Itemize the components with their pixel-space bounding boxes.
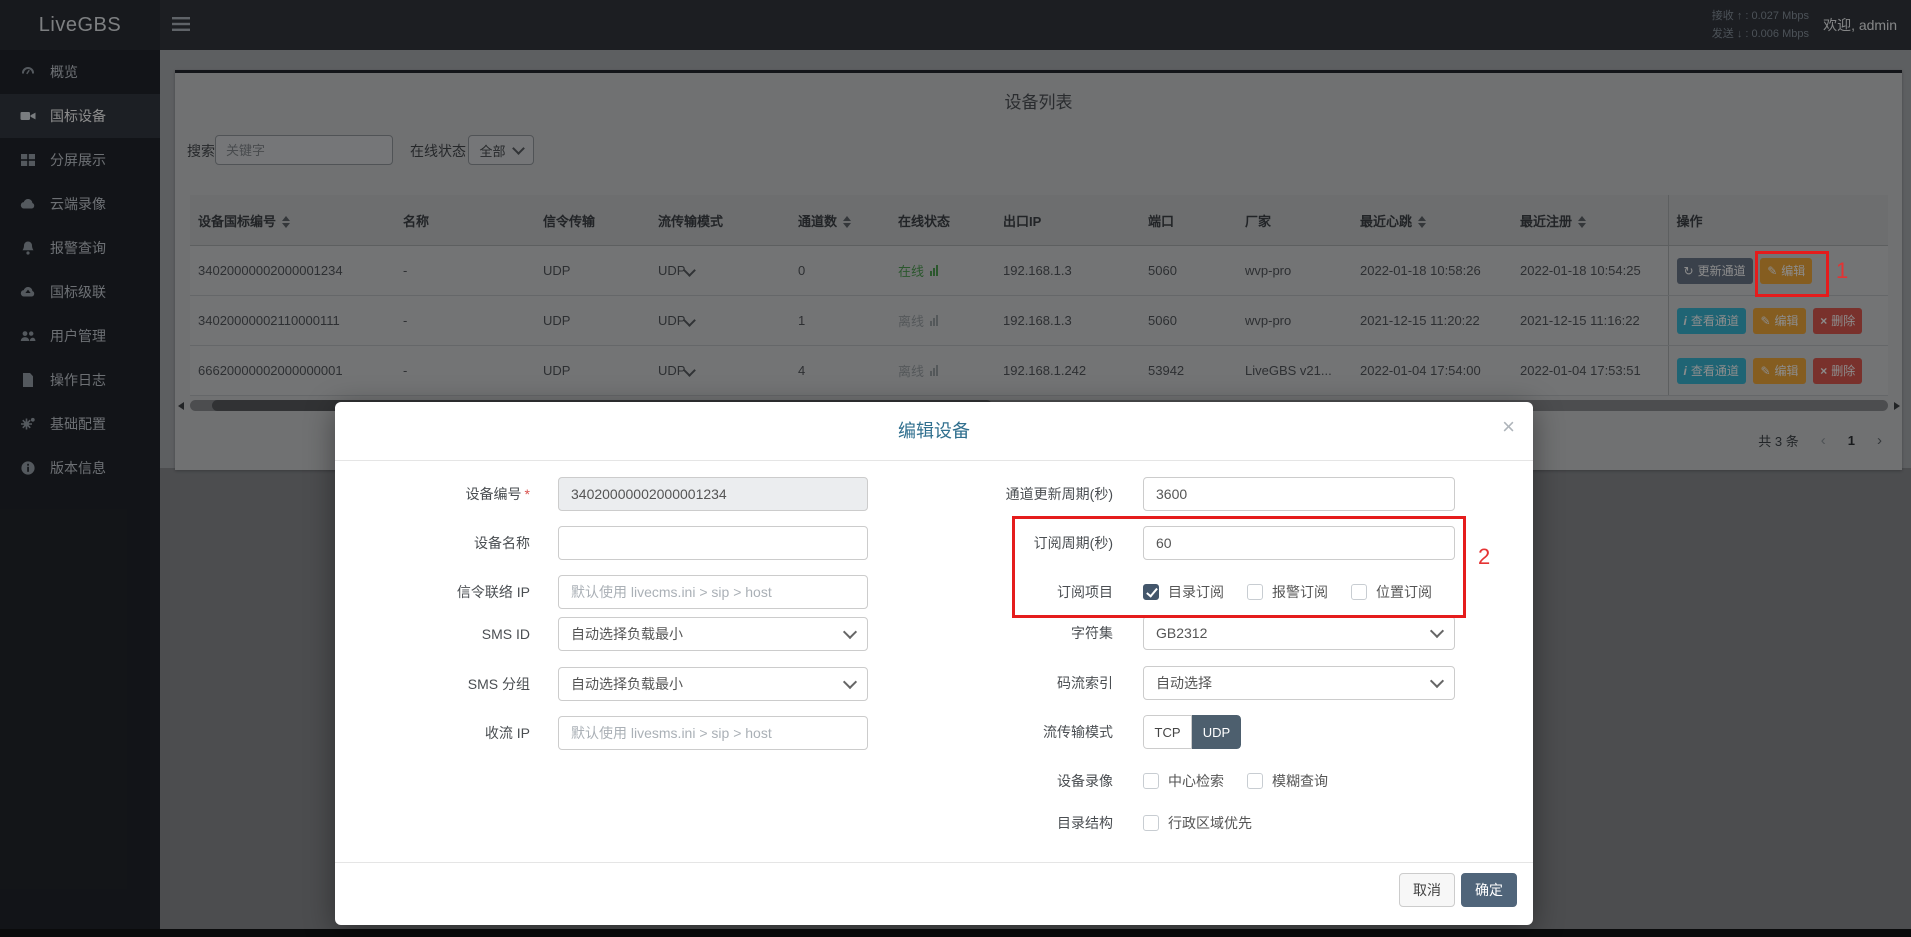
annotation-box-1 — [1755, 251, 1829, 297]
charset-select[interactable]: GB2312 — [1143, 616, 1455, 650]
stream-mode-label: 流传输模式 — [815, 722, 1113, 742]
checkbox-icon[interactable] — [1247, 773, 1263, 789]
chevron-down-icon — [1430, 624, 1444, 638]
form-row-recv-ip: 收流 IP — [335, 716, 868, 750]
annotation-number-2: 2 — [1478, 544, 1490, 570]
channel-refresh-label: 通道更新周期(秒) — [815, 484, 1113, 504]
close-icon[interactable]: × — [1502, 416, 1515, 438]
modal-footer: 取消 确定 — [335, 862, 1533, 926]
page-bottom-strip — [0, 929, 1911, 937]
confirm-button[interactable]: 确定 — [1461, 873, 1517, 907]
tcp-option[interactable]: TCP — [1143, 715, 1192, 749]
form-row-sms-id: SMS ID 自动选择负载最小 — [335, 617, 868, 651]
udp-option[interactable]: UDP — [1192, 715, 1241, 749]
form-row-device-id: 设备编号* — [335, 477, 868, 511]
device-name-label: 设备名称 — [335, 533, 530, 553]
checkbox-center-search[interactable]: 中心检索 — [1143, 771, 1224, 791]
form-row-sip-host: 信令联络 IP — [335, 575, 868, 609]
channel-refresh-input[interactable] — [1143, 477, 1455, 511]
form-row-stream-index: 码流索引 自动选择 — [815, 666, 1455, 700]
stream-mode-toggle: TCP UDP — [1143, 715, 1241, 749]
checkbox-icon[interactable] — [1143, 773, 1159, 789]
sms-id-label: SMS ID — [335, 626, 530, 642]
form-row-stream-mode: 流传输模式 TCP UDP — [815, 715, 1241, 749]
chevron-down-icon — [1430, 674, 1444, 688]
device-record-label: 设备录像 — [815, 771, 1113, 791]
stream-index-label: 码流索引 — [815, 673, 1113, 693]
cancel-button[interactable]: 取消 — [1399, 873, 1455, 907]
charset-label: 字符集 — [815, 623, 1113, 643]
checkbox-admin-region-first[interactable]: 行政区域优先 — [1143, 813, 1252, 833]
stream-index-select[interactable]: 自动选择 — [1143, 666, 1455, 700]
checkbox-icon[interactable] — [1143, 815, 1159, 831]
sip-host-label: 信令联络 IP — [335, 582, 530, 602]
form-row-device-record: 设备录像 中心检索 模糊查询 — [815, 764, 1351, 798]
form-row-sms-group: SMS 分组 自动选择负载最小 — [335, 667, 868, 701]
dir-structure-label: 目录结构 — [815, 813, 1113, 833]
device-id-label: 设备编号 — [466, 486, 522, 502]
form-row-channel-refresh: 通道更新周期(秒) — [815, 477, 1455, 511]
annotation-number-1: 1 — [1836, 258, 1848, 284]
edit-device-modal: 编辑设备 × 设备编号* 设备名称 信令联络 IP SMS ID 自动选择负载最… — [335, 402, 1533, 925]
annotation-box-2 — [1012, 516, 1466, 618]
checkbox-fuzzy-query[interactable]: 模糊查询 — [1247, 771, 1328, 791]
sms-group-label: SMS 分组 — [335, 674, 530, 694]
form-row-device-name: 设备名称 — [335, 526, 868, 560]
recv-ip-label: 收流 IP — [335, 723, 530, 743]
form-row-dir-structure: 目录结构 行政区域优先 — [815, 806, 1275, 840]
modal-title: 编辑设备 — [335, 402, 1533, 460]
modal-header: 编辑设备 × — [335, 402, 1533, 461]
required-asterisk: * — [525, 486, 530, 502]
form-row-charset: 字符集 GB2312 — [815, 616, 1455, 650]
